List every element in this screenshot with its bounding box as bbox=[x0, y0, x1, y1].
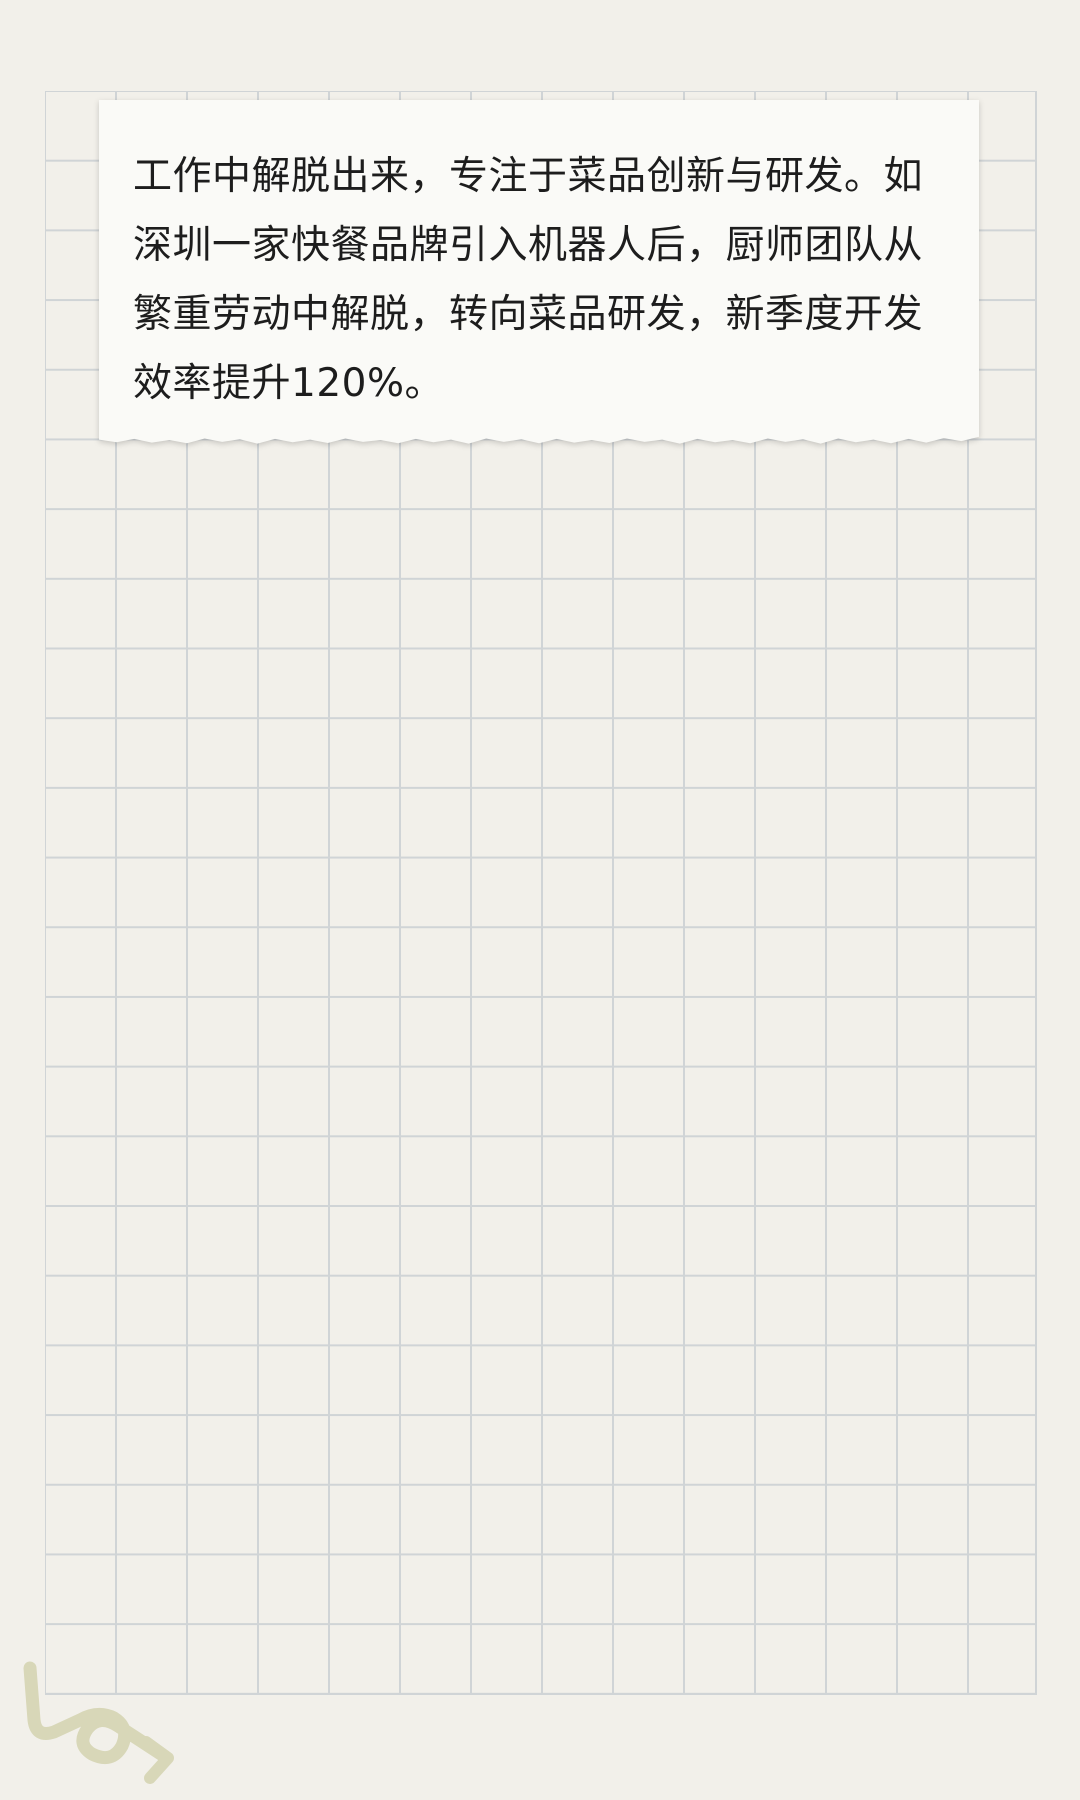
note-text: 工作中解脱出来，专注于菜品创新与研发。如深圳一家快餐品牌引入机器人后，厨师团队从… bbox=[133, 154, 924, 406]
torn-note-card: 工作中解脱出来，专注于菜品创新与研发。如深圳一家快餐品牌引入机器人后，厨师团队从… bbox=[99, 100, 979, 466]
scribble-arrow-icon bbox=[23, 1661, 174, 1784]
